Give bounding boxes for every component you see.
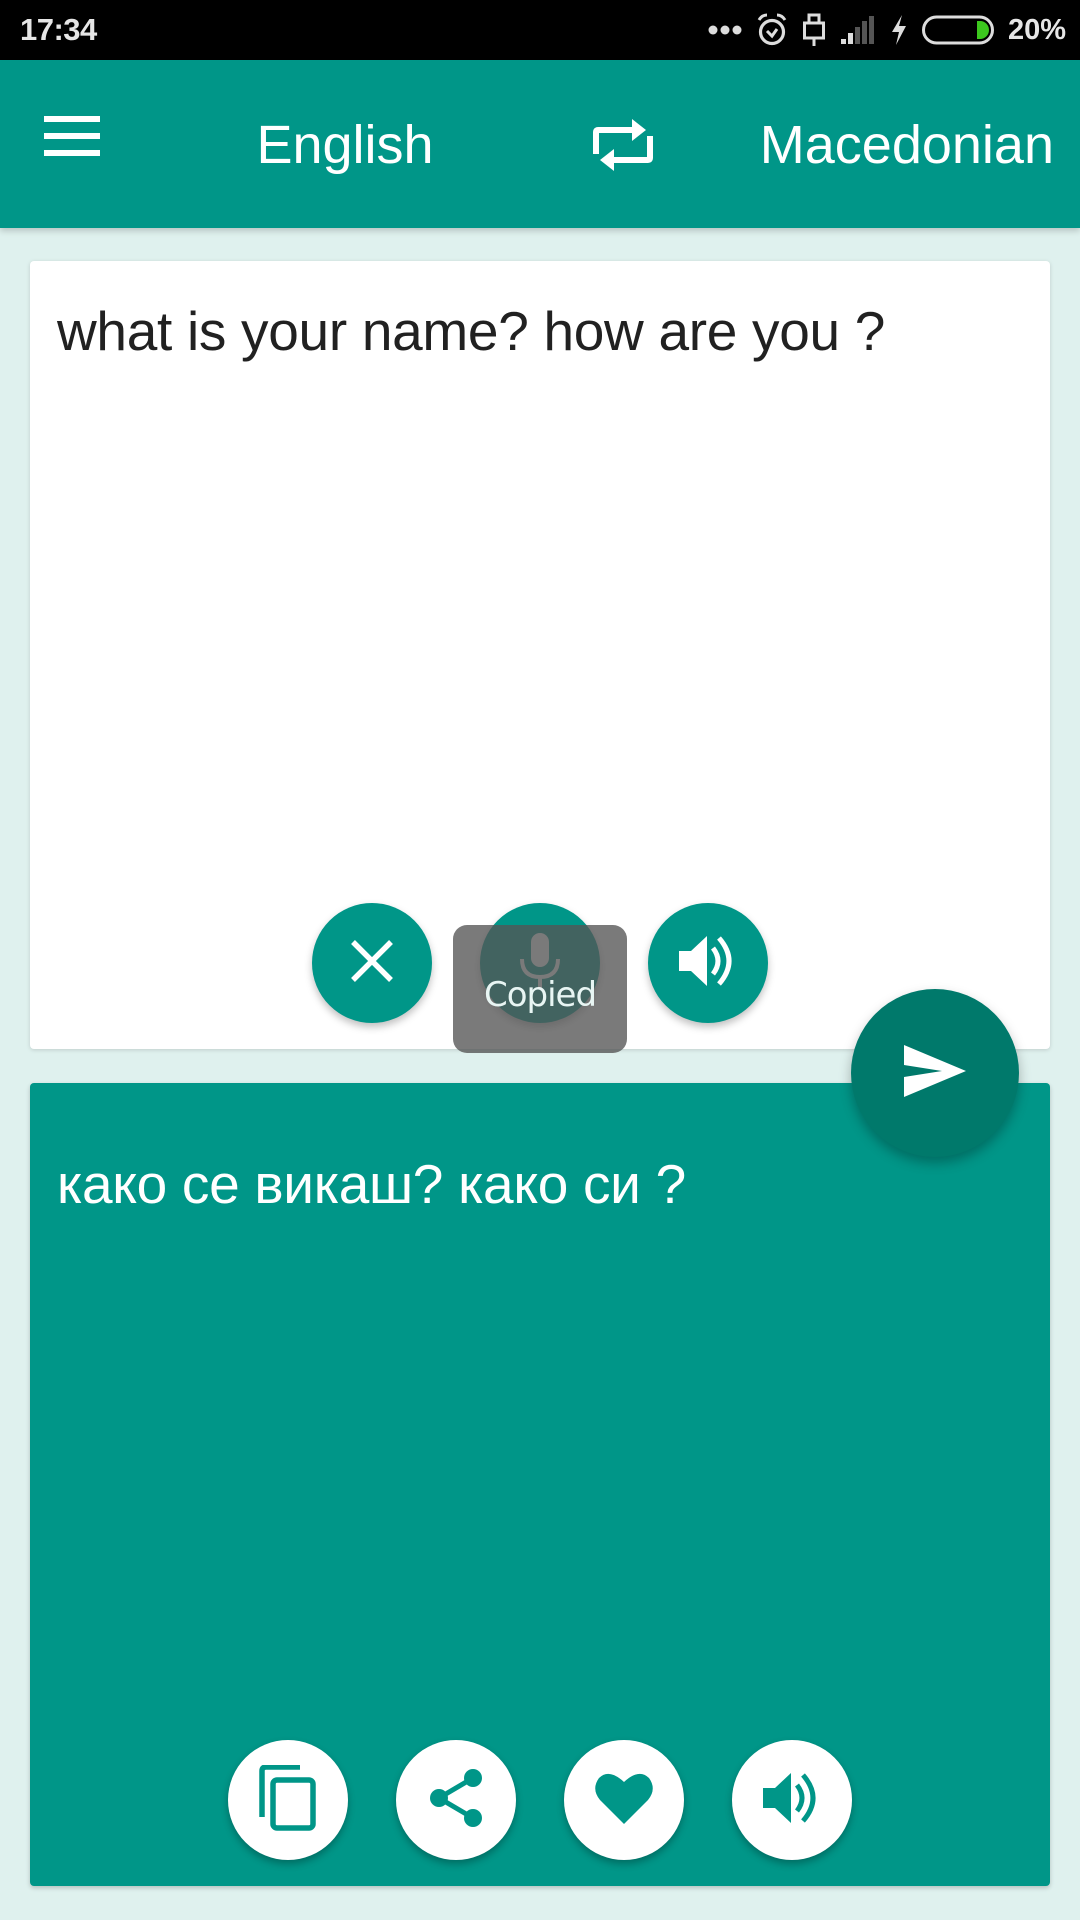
swap-languages-button[interactable] [590, 110, 660, 180]
target-language-selector[interactable]: Macedonian [730, 110, 1080, 180]
speaker-icon [677, 934, 739, 993]
speak-translation-button[interactable] [732, 1740, 852, 1860]
status-bar: 17:34 20% [0, 0, 1080, 60]
more-notifications-icon [708, 24, 742, 36]
battery-percent: 20% [1007, 13, 1066, 46]
share-icon [427, 1767, 485, 1834]
source-language-selector[interactable]: English [225, 110, 465, 180]
menu-button[interactable] [44, 114, 116, 174]
favorite-button[interactable] [564, 1740, 684, 1860]
hamburger-menu-icon [44, 116, 102, 162]
speaker-icon [761, 1771, 823, 1830]
app-bar: English Macedonian [0, 60, 1080, 228]
alarm-icon [756, 13, 788, 47]
translation-card: како се викаш? како си ? [30, 1083, 1050, 1886]
share-button[interactable] [396, 1740, 516, 1860]
translate-send-button[interactable] [851, 989, 1019, 1157]
close-icon [349, 938, 395, 989]
battery-icon [921, 15, 994, 45]
translation-text: како се викаш? како си ? [57, 1153, 686, 1215]
status-time: 17:34 [20, 12, 97, 47]
usb-icon [802, 13, 826, 47]
signal-icon [840, 15, 876, 45]
copy-button[interactable] [228, 1740, 348, 1860]
send-icon [902, 1043, 968, 1104]
heart-icon [593, 1770, 655, 1831]
source-text-input[interactable]: what is your name? how are you ? [57, 297, 1023, 365]
toast-text: Copied [483, 975, 597, 1015]
charging-icon [890, 14, 908, 46]
clear-button[interactable] [312, 903, 432, 1023]
copy-icon [258, 1763, 318, 1836]
speak-source-button[interactable] [648, 903, 768, 1023]
copied-toast: Copied [453, 925, 627, 1053]
status-icons: 20% [708, 10, 1066, 50]
swap-languages-icon [590, 119, 660, 184]
